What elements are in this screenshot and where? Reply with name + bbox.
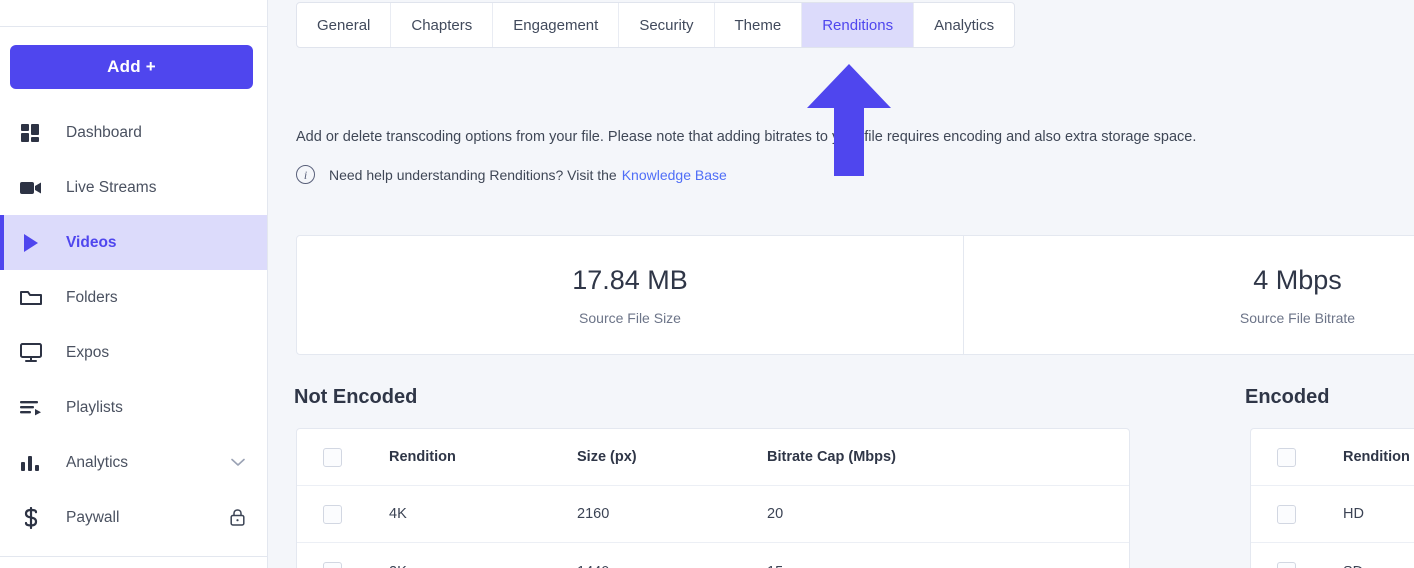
- sidebar-item-label: Dashboard: [66, 123, 142, 141]
- row-select-cell: [1251, 562, 1343, 568]
- app-root: Add + Dashboard Live Streams Videos Fold…: [0, 0, 1414, 568]
- help-row: i Need help understanding Renditions? Vi…: [296, 165, 727, 184]
- column-header-bitrate: Bitrate Cap (Mbps): [767, 449, 896, 465]
- table-header-row: Rendition Size (px) Bitrate Cap (Mbps): [297, 429, 1129, 486]
- sidebar-item-playlists[interactable]: Playlists: [0, 380, 267, 435]
- stat-label: Source File Bitrate: [1239, 309, 1356, 326]
- info-circle-icon: i: [296, 165, 315, 184]
- table-row[interactable]: 4K 2160 20: [297, 486, 1129, 543]
- dollar-sign-icon: [18, 506, 44, 529]
- sidebar-item-label: Videos: [66, 233, 117, 251]
- sidebar-item-analytics[interactable]: Analytics: [0, 435, 267, 490]
- row-select-cell: [297, 562, 389, 568]
- add-button-container: Add +: [0, 27, 267, 99]
- sidebar-item-label: Paywall: [66, 508, 120, 526]
- lock-icon: [230, 509, 245, 526]
- sidebar-top-strip: [0, 0, 267, 27]
- row-checkbox[interactable]: [1277, 504, 1296, 524]
- cell-bitrate: 15: [767, 564, 1129, 568]
- chevron-down-icon[interactable]: [231, 458, 245, 467]
- sidebar: Add + Dashboard Live Streams Videos Fold…: [0, 0, 268, 568]
- row-select-cell: [297, 504, 389, 524]
- table-header-row: Rendition: [1251, 429, 1414, 486]
- not-encoded-table: Rendition Size (px) Bitrate Cap (Mbps) 4…: [296, 428, 1130, 568]
- row-select-cell: [1251, 504, 1343, 524]
- tab-analytics[interactable]: Analytics: [914, 3, 1014, 47]
- column-header-rendition: Rendition: [389, 449, 456, 465]
- renditions-description: Add or delete transcoding options from y…: [296, 129, 1197, 145]
- column-header-size: Size (px): [577, 449, 637, 465]
- cell-rendition: 4K: [389, 506, 407, 522]
- stat-source-file-bitrate: 4 Mbps Source File Bitrate: [964, 236, 1414, 354]
- encoded-table: Rendition HD SD: [1250, 428, 1414, 568]
- cell-size: 2160: [577, 506, 610, 522]
- stat-source-file-size: 17.84 MB Source File Size: [297, 236, 964, 354]
- tab-theme[interactable]: Theme: [715, 3, 803, 47]
- help-text: Need help understanding Renditions? Visi…: [329, 166, 617, 183]
- encoded-title: Encoded: [1245, 386, 1330, 408]
- dashboard-grid-icon: [18, 122, 44, 144]
- stat-value: 17.84 MB: [572, 264, 688, 295]
- source-stats-panel: 17.84 MB Source File Size 4 Mbps Source …: [296, 235, 1414, 355]
- select-all-cell: [297, 447, 389, 467]
- sidebar-item-label: Folders: [66, 288, 118, 306]
- cell-rendition: 2K: [389, 564, 577, 568]
- tab-security[interactable]: Security: [619, 3, 715, 47]
- tab-chapters[interactable]: Chapters: [391, 3, 494, 47]
- main-content: General Chapters Engagement Security The…: [268, 0, 1414, 568]
- sidebar-item-expos[interactable]: Expos: [0, 325, 267, 380]
- cell-rendition: HD: [1343, 506, 1364, 522]
- sidebar-item-label: Playlists: [66, 398, 123, 416]
- folder-icon: [18, 287, 44, 309]
- table-row[interactable]: HD: [1251, 486, 1414, 543]
- sidebar-nav: Dashboard Live Streams Videos Folders Ex…: [0, 105, 267, 545]
- playlist-icon: [18, 397, 44, 419]
- cell-size: 1440: [577, 564, 767, 568]
- knowledge-base-link[interactable]: Knowledge Base: [622, 167, 727, 183]
- cell-bitrate: 20: [767, 506, 784, 522]
- play-triangle-icon: [18, 232, 44, 254]
- sidebar-item-label: Live Streams: [66, 178, 157, 196]
- table-row[interactable]: SD: [1251, 543, 1414, 568]
- not-encoded-title: Not Encoded: [294, 386, 418, 408]
- stat-value: 4 Mbps: [1253, 264, 1342, 295]
- select-all-cell: [1251, 447, 1343, 467]
- sidebar-item-dashboard[interactable]: Dashboard: [0, 105, 267, 160]
- sidebar-item-label: Expos: [66, 343, 110, 361]
- tab-renditions[interactable]: Renditions: [802, 3, 915, 47]
- add-button[interactable]: Add +: [10, 45, 253, 89]
- row-checkbox[interactable]: [323, 504, 342, 524]
- sidebar-item-videos[interactable]: Videos: [0, 215, 267, 270]
- row-checkbox[interactable]: [1277, 562, 1296, 568]
- bar-chart-icon: [18, 452, 44, 474]
- tab-engagement[interactable]: Engagement: [493, 3, 620, 47]
- sidebar-item-folders[interactable]: Folders: [0, 270, 267, 325]
- sidebar-item-live-streams[interactable]: Live Streams: [0, 160, 267, 215]
- stat-label: Source File Size: [579, 309, 681, 326]
- sidebar-item-label: Analytics: [66, 453, 129, 471]
- column-header-rendition: Rendition: [1343, 449, 1410, 465]
- tab-general[interactable]: General: [297, 3, 392, 47]
- cell-rendition: SD: [1343, 564, 1414, 568]
- video-camera-icon: [18, 177, 44, 199]
- settings-tabs: General Chapters Engagement Security The…: [296, 2, 1016, 48]
- monitor-icon: [18, 342, 44, 364]
- sidebar-bottom-divider: [0, 556, 268, 557]
- row-checkbox[interactable]: [323, 562, 342, 568]
- select-all-checkbox[interactable]: [1277, 447, 1296, 467]
- sidebar-item-paywall[interactable]: Paywall: [0, 490, 267, 545]
- select-all-checkbox[interactable]: [323, 447, 342, 467]
- table-row[interactable]: 2K 1440 15: [297, 543, 1129, 568]
